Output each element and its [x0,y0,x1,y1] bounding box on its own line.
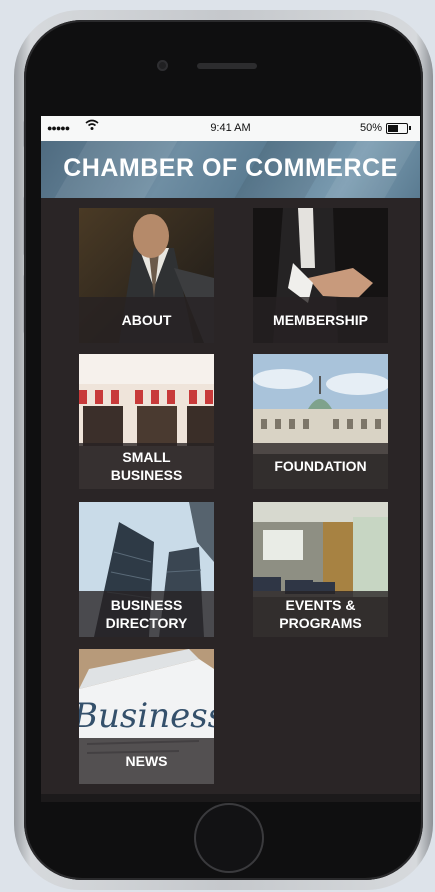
tile-events-programs[interactable]: EVENTS & PROGRAMS [253,502,388,637]
battery-percent: 50% [359,122,382,134]
speaker-grille [197,63,257,69]
tile-label: FOUNDATION [274,458,367,474]
tile-label-band: FOUNDATION [253,443,388,489]
app-header: CHAMBER OF COMMERCE [41,141,420,198]
screen-bottom-strip [41,794,420,802]
tile-news[interactable]: Business NEWS [79,649,214,784]
tile-label-band: SMALL BUSINESS [79,443,214,489]
tile-label: ABOUT [121,312,172,328]
front-camera-icon [157,60,168,71]
tile-label-band: NEWS [79,738,214,784]
app-screen: ●●●●● 9:41 AM 50% CHAMBER OF COMMERCE AB… [41,116,420,802]
app-title: CHAMBER OF COMMERCE [63,154,398,182]
tile-membership[interactable]: MEMBERSHIP [253,208,388,343]
tile-small-business[interactable]: SMALL BUSINESS [79,354,214,489]
tile-label-band: ABOUT [79,297,214,343]
tile-label: MEMBERSHIP [273,312,368,328]
tile-label: NEWS [125,753,168,769]
status-bar: ●●●●● 9:41 AM 50% [41,116,420,141]
tile-label-band: BUSINESS DIRECTORY [79,591,214,637]
home-button[interactable] [194,803,264,873]
tile-label: EVENTS & PROGRAMS [279,597,362,631]
tile-label: BUSINESS DIRECTORY [105,597,188,631]
svg-text:Business: Business [79,696,214,736]
tile-label-band: MEMBERSHIP [253,297,388,343]
tile-business-directory[interactable]: BUSINESS DIRECTORY [79,502,214,637]
tile-label: SMALL BUSINESS [110,449,183,483]
tile-label-band: EVENTS & PROGRAMS [253,591,388,637]
tile-foundation[interactable]: FOUNDATION [253,354,388,489]
tile-about[interactable]: ABOUT [79,208,214,343]
battery-icon [386,123,411,134]
